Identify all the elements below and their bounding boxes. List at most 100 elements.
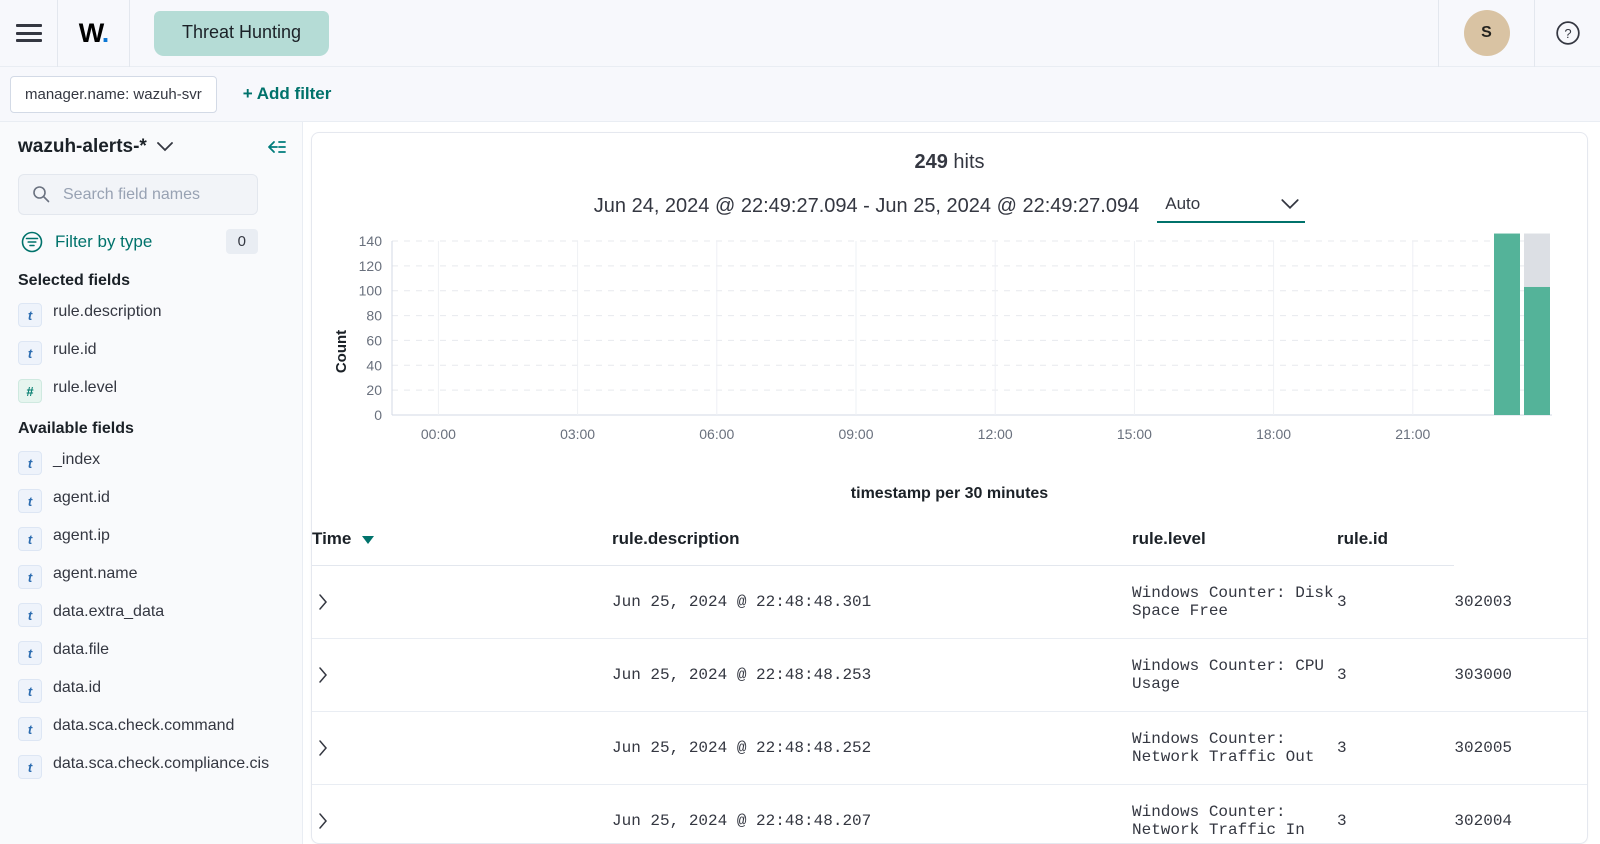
search-field-names — [18, 174, 286, 215]
logo-letter: W — [78, 17, 103, 48]
column-header-rule-level[interactable]: rule.level — [1132, 519, 1337, 566]
field-type-string-icon: t — [18, 341, 42, 365]
field-type-string-icon: t — [18, 451, 42, 475]
tab-threat-hunting[interactable]: Threat Hunting — [154, 10, 330, 56]
field-type-string-icon: t — [18, 679, 42, 703]
fields-sidebar: wazuh-alerts-* Filter by type — [0, 122, 303, 844]
time-range-text: Jun 24, 2024 @ 22:49:27.094 - Jun 25, 20… — [593, 195, 1140, 217]
expand-row-button[interactable] — [312, 784, 612, 843]
filter-by-type-button[interactable]: Filter by type 0 — [18, 221, 258, 262]
cell-rule-level: 3 — [1337, 784, 1455, 843]
index-pattern-name: wazuh-alerts-* — [18, 136, 147, 157]
filter-bar: manager.name: wazuh-svr + Add filter — [0, 67, 1600, 122]
user-menu[interactable]: S — [1438, 0, 1534, 67]
field-item[interactable]: t agent.id — [18, 482, 286, 520]
selected-fields-list: t rule.description t rule.id # rule.level — [18, 296, 286, 410]
collapse-panel-icon[interactable] — [260, 137, 286, 157]
field-type-string-icon: t — [18, 755, 42, 779]
index-pattern-selector[interactable]: wazuh-alerts-* — [18, 136, 173, 158]
cell-rule-id[interactable]: 302004 — [1454, 784, 1587, 843]
cell-rule-id[interactable]: 302005 — [1454, 711, 1587, 785]
field-item[interactable]: t agent.name — [18, 558, 286, 596]
y-axis-tick-label: 60 — [366, 332, 382, 348]
cell-rule-level: 3 — [1337, 711, 1455, 785]
filter-funnel-icon — [21, 231, 43, 252]
logo-mark: W. — [78, 17, 109, 48]
histogram-chart: Count 0 20 40 60 80 100 120 140 00:00 03:00 06:00 0… — [312, 233, 1587, 481]
field-name: rule.description — [53, 303, 162, 320]
field-type-string-icon: t — [18, 717, 42, 741]
hits-label: hits — [953, 151, 985, 173]
logo-dot: . — [101, 17, 109, 48]
filter-type-count-badge: 0 — [225, 229, 258, 254]
field-item[interactable]: t rule.id — [18, 334, 286, 372]
search-input[interactable] — [18, 174, 258, 215]
chevron-right-icon — [319, 667, 327, 683]
filter-by-type-label: Filter by type — [55, 231, 153, 251]
table-row[interactable]: Jun 25, 2024 @ 22:48:48.207 Windows Count… — [312, 784, 1587, 843]
field-item[interactable]: t data.extra_data — [18, 596, 286, 634]
help-button[interactable]: ? — [1534, 0, 1600, 67]
cell-rule-description: Windows Counter: Network Traffic In — [1132, 784, 1337, 843]
histogram-bar-partial — [1524, 233, 1550, 287]
x-axis-tick-label: 21:00 — [1395, 426, 1430, 442]
field-item[interactable]: t _index — [18, 444, 286, 482]
cell-rule-id[interactable]: 302003 — [1454, 565, 1587, 639]
cell-time: Jun 25, 2024 @ 22:48:48.207 — [612, 784, 1132, 843]
field-item[interactable]: t data.sca.check.compliance.cis — [18, 748, 286, 786]
x-axis-tick-label: 15:00 — [1117, 426, 1152, 442]
table-row[interactable]: Jun 25, 2024 @ 22:48:48.301 Windows Count… — [312, 565, 1587, 639]
x-axis-tick-label: 18:00 — [1256, 426, 1291, 442]
cell-time: Jun 25, 2024 @ 22:48:48.252 — [612, 711, 1132, 785]
wazuh-logo[interactable]: W. — [58, 0, 130, 67]
question-mark-circle-icon: ? — [1555, 21, 1580, 45]
field-item[interactable]: t data.id — [18, 672, 286, 710]
histogram-bar[interactable] — [1494, 233, 1520, 415]
expand-row-button[interactable] — [312, 565, 612, 639]
chevron-right-icon — [319, 813, 327, 829]
field-item[interactable]: t rule.description — [18, 296, 286, 334]
chevron-right-icon — [319, 594, 327, 610]
field-item[interactable]: t data.file — [18, 634, 286, 672]
table-row[interactable]: Jun 25, 2024 @ 22:48:48.253 Windows Count… — [312, 638, 1587, 712]
column-header-time[interactable]: Time — [312, 519, 612, 566]
filter-pill-manager-name[interactable]: manager.name: wazuh-svr — [10, 75, 217, 113]
expand-row-button[interactable] — [312, 638, 612, 712]
cell-rule-description: Windows Counter: Disk Space Free — [1132, 565, 1337, 639]
menu-button[interactable] — [0, 0, 58, 67]
table-head: Time rule.description rule.level rule.id — [312, 519, 1587, 566]
svg-text:?: ? — [1564, 26, 1571, 41]
histogram-bar[interactable] — [1524, 286, 1550, 415]
field-name: agent.name — [53, 565, 138, 582]
histogram-svg[interactable]: 0 20 40 60 80 100 120 140 00:00 03:00 06:00 09:00 12… — [342, 233, 1562, 453]
field-name: data.sca.check.compliance.cis — [53, 755, 270, 772]
field-item[interactable]: t agent.ip — [18, 520, 286, 558]
top-navigation-bar: W. Threat Hunting S ? — [0, 0, 1600, 67]
avatar[interactable]: S — [1463, 10, 1510, 56]
cell-time: Jun 25, 2024 @ 22:48:48.301 — [612, 565, 1132, 639]
y-axis-tick-label: 40 — [366, 357, 382, 373]
interval-value: Auto — [1165, 194, 1201, 213]
sort-desc-icon — [362, 529, 375, 549]
field-type-string-icon: t — [18, 527, 42, 551]
x-axis-tick-label: 06:00 — [699, 426, 734, 442]
available-fields-list: t _index t agent.id t agent.ip t agent.name t dat… — [18, 444, 286, 786]
app-tabs: Threat Hunting — [130, 0, 1438, 67]
hits-summary: 249 hits — [312, 133, 1587, 174]
column-header-rule-description[interactable]: rule.description — [612, 519, 1132, 566]
column-header-rule-id[interactable]: rule.id — [1337, 519, 1455, 566]
expand-row-button[interactable] — [312, 711, 612, 785]
field-type-number-icon: # — [18, 379, 42, 403]
field-item[interactable]: # rule.level — [18, 372, 286, 410]
x-axis-tick-label: 09:00 — [838, 426, 873, 442]
cell-rule-level: 3 — [1337, 565, 1455, 639]
field-type-string-icon: t — [18, 603, 42, 627]
table-header-row: Time rule.description rule.level rule.id — [312, 519, 1587, 566]
field-type-string-icon: t — [18, 489, 42, 513]
table-row[interactable]: Jun 25, 2024 @ 22:48:48.252 Windows Count… — [312, 711, 1587, 785]
interval-select[interactable]: Auto — [1157, 190, 1306, 223]
field-item[interactable]: t data.sca.check.command — [18, 710, 286, 748]
add-filter-button[interactable]: + Add filter — [243, 84, 332, 104]
cell-rule-id[interactable]: 303000 — [1454, 638, 1587, 712]
y-axis-tick-label: 0 — [374, 407, 382, 423]
